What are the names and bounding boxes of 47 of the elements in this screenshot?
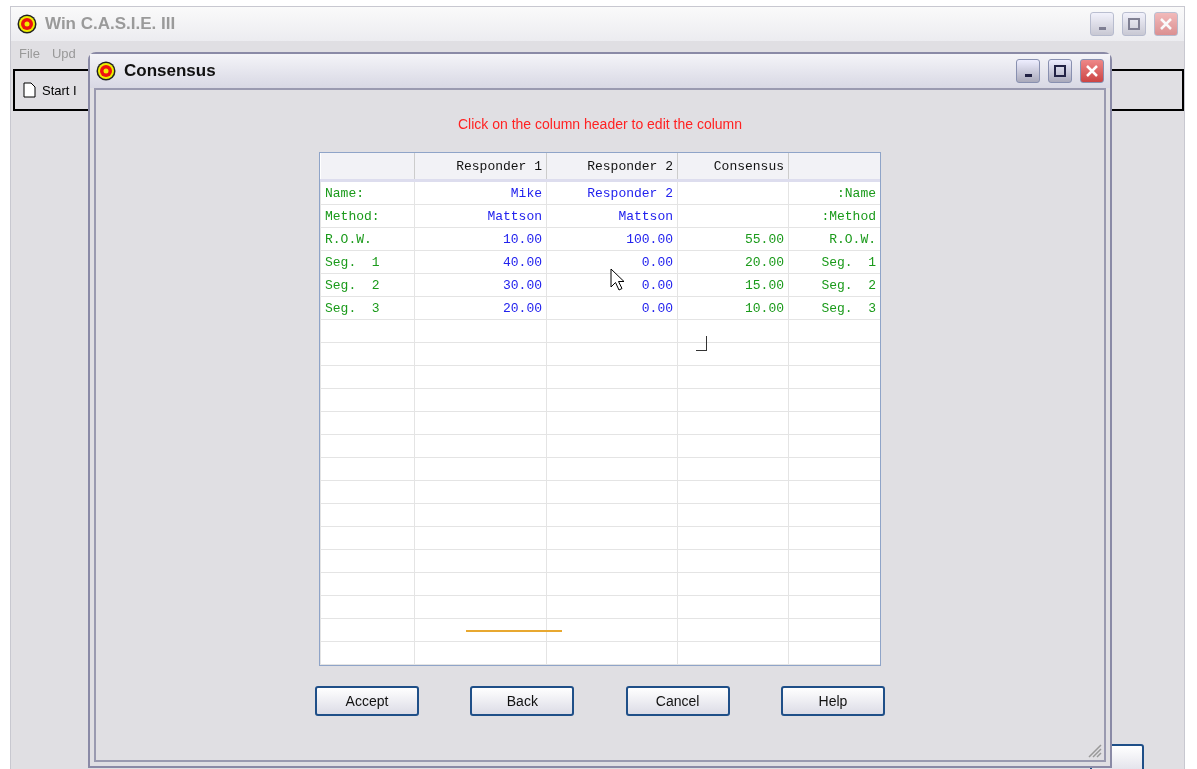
close-button[interactable] <box>1154 12 1178 36</box>
toolbar-item[interactable]: Start I <box>42 82 77 98</box>
hint-text: Click on the column header to edit the column <box>457 116 742 132</box>
table-cell: 10.00 <box>677 296 789 320</box>
table-cell: 10.00 <box>414 227 547 251</box>
table-cell: 30.00 <box>414 273 547 297</box>
table-cell: 55.00 <box>677 227 789 251</box>
dialog-button[interactable]: Cancel <box>625 686 730 716</box>
dialog-button[interactable]: Back <box>470 686 575 716</box>
table-cell: 20.00 <box>414 296 547 320</box>
dialog-button[interactable]: Accept <box>315 686 419 716</box>
window-title: Win C.A.S.I.E. III <box>45 14 177 34</box>
table-cell: 100.00 <box>546 227 678 251</box>
table-cell: Seg. 2 <box>320 273 415 297</box>
table-cell: Mattson <box>414 204 547 228</box>
maximize-icon <box>1128 18 1140 30</box>
mouse-pointer-icon <box>610 268 626 292</box>
target-icon <box>96 61 116 81</box>
column-header[interactable]: Consensus <box>677 153 789 181</box>
close-icon <box>1160 18 1172 30</box>
dialog-title: Consensus <box>124 61 217 81</box>
minimize-icon <box>1098 26 1106 30</box>
table-cell: 15.00 <box>677 273 789 297</box>
dialog-button[interactable]: Help <box>781 686 885 716</box>
text-cursor-icon <box>696 336 707 351</box>
close-button[interactable] <box>1080 59 1104 83</box>
minimize-button[interactable] <box>1016 59 1040 83</box>
column-header[interactable]: Responder 2 <box>546 153 678 181</box>
close-icon <box>1086 65 1098 77</box>
maximize-icon <box>1054 65 1066 77</box>
table-cell: R.O.W. <box>320 227 415 251</box>
table-cell: Mattson <box>546 204 678 228</box>
table-cell: Name: <box>320 180 415 205</box>
document-icon <box>23 82 36 98</box>
table-cell: 40.00 <box>414 250 547 274</box>
table-cell: 0.00 <box>546 296 678 320</box>
table-cell: Method: <box>320 204 415 228</box>
column-header[interactable]: Responder 1 <box>414 153 547 181</box>
target-icon <box>17 14 37 34</box>
table-cell: Mike <box>414 180 547 205</box>
table-cell: Seg. 3 <box>320 296 415 320</box>
table-cell: Responder 2 <box>546 180 678 205</box>
table-cell: Seg. 1 <box>320 250 415 274</box>
table-cell: 20.00 <box>677 250 789 274</box>
maximize-button[interactable] <box>1048 59 1072 83</box>
resize-grip-icon[interactable] <box>1086 742 1102 758</box>
minimize-icon <box>1024 73 1032 77</box>
